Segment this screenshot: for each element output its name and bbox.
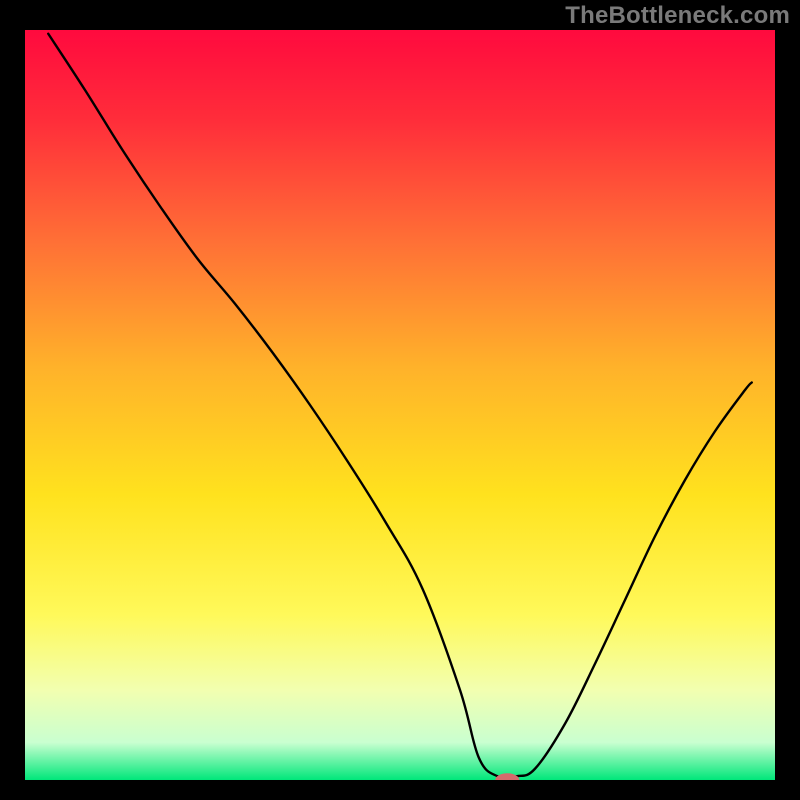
watermark-label: TheBottleneck.com: [565, 2, 790, 30]
optimal-marker: [495, 773, 519, 787]
chart-svg: [0, 0, 800, 800]
chart-container: TheBottleneck.com: [0, 0, 800, 800]
gradient-background: [25, 30, 775, 780]
